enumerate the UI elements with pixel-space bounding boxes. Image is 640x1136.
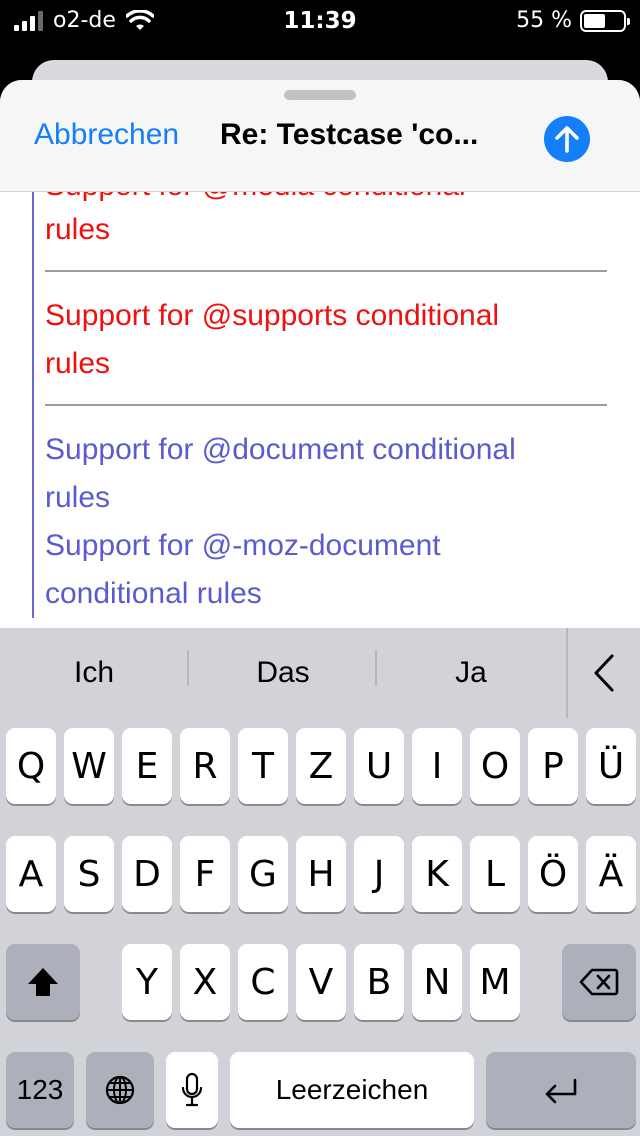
numbers-key[interactable]: 123 [6, 1052, 74, 1128]
key[interactable]: L [470, 836, 520, 912]
key[interactable]: F [180, 836, 230, 912]
keyboard: Ich Das Ja Q W E R T Z U I O P Ü A S D F… [0, 628, 640, 1136]
key[interactable]: K [412, 836, 462, 912]
suggestion-item[interactable]: Ich [0, 628, 188, 718]
divider [45, 404, 607, 406]
shift-icon [28, 968, 58, 996]
arrow-up-icon [555, 126, 579, 153]
key[interactable]: Y [122, 944, 172, 1020]
body-line: rules [45, 213, 111, 246]
key[interactable]: T [238, 728, 288, 804]
key[interactable]: J [354, 836, 404, 912]
body-line: conditional rules [45, 577, 262, 610]
cancel-button[interactable]: Abbrechen [34, 118, 179, 152]
key[interactable]: I [412, 728, 462, 804]
key[interactable]: H [296, 836, 346, 912]
key[interactable]: G [238, 836, 288, 912]
space-key[interactable]: Leerzeichen [230, 1052, 474, 1128]
key[interactable]: Z [296, 728, 346, 804]
return-key[interactable] [486, 1052, 636, 1128]
body-line: Support for @supports conditional [45, 299, 500, 332]
return-icon [545, 1078, 577, 1104]
key[interactable]: U [354, 728, 404, 804]
key[interactable]: Ö [528, 836, 578, 912]
key[interactable]: O [470, 728, 520, 804]
key[interactable]: X [180, 944, 230, 1020]
key[interactable]: E [122, 728, 172, 804]
key[interactable]: R [180, 728, 230, 804]
key[interactable]: Ä [586, 836, 636, 912]
delete-key[interactable] [562, 944, 636, 1020]
battery-fill [584, 13, 605, 28]
key[interactable]: W [64, 728, 114, 804]
status-bar: o2-de 11:39 55 % [0, 0, 640, 44]
status-right: 55 % [516, 8, 630, 33]
body-line: Support for @document conditional [45, 433, 516, 466]
key[interactable]: A [6, 836, 56, 912]
microphone-icon [181, 1072, 203, 1107]
battery-percent: 55 % [516, 8, 572, 33]
key[interactable]: P [528, 728, 578, 804]
globe-key[interactable] [86, 1052, 154, 1128]
suggestion-item[interactable]: Das [189, 628, 377, 718]
compose-title: Re: Testcase 'co... [220, 118, 479, 151]
globe-icon [105, 1075, 135, 1105]
suggestion-item[interactable]: Ja [377, 628, 565, 718]
key[interactable]: V [296, 944, 346, 1020]
key[interactable]: Ü [586, 728, 636, 804]
body-line: rules [45, 481, 111, 514]
key[interactable]: Q [6, 728, 56, 804]
key[interactable]: M [470, 944, 520, 1020]
delete-icon [579, 968, 619, 996]
compose-header: Abbrechen Re: Testcase 'co... [0, 80, 640, 192]
collapse-suggestions-button[interactable] [566, 628, 640, 718]
email-body[interactable]: Support for @media conditional rules Sup… [0, 192, 640, 628]
key[interactable]: C [238, 944, 288, 1020]
key[interactable]: D [122, 836, 172, 912]
chevron-left-icon [594, 654, 614, 692]
send-button[interactable] [544, 116, 590, 162]
key[interactable]: B [354, 944, 404, 1020]
sheet-grabber[interactable] [284, 90, 356, 100]
battery-icon [580, 9, 630, 32]
shift-key[interactable] [6, 944, 80, 1020]
microphone-key[interactable] [166, 1052, 218, 1128]
key[interactable]: N [412, 944, 462, 1020]
quote-bar [32, 192, 34, 618]
body-line: Support for @-moz-document [45, 529, 441, 562]
key[interactable]: S [64, 836, 114, 912]
divider [45, 270, 607, 272]
body-line: rules [45, 347, 111, 380]
suggestion-bar: Ich Das Ja [0, 628, 640, 718]
